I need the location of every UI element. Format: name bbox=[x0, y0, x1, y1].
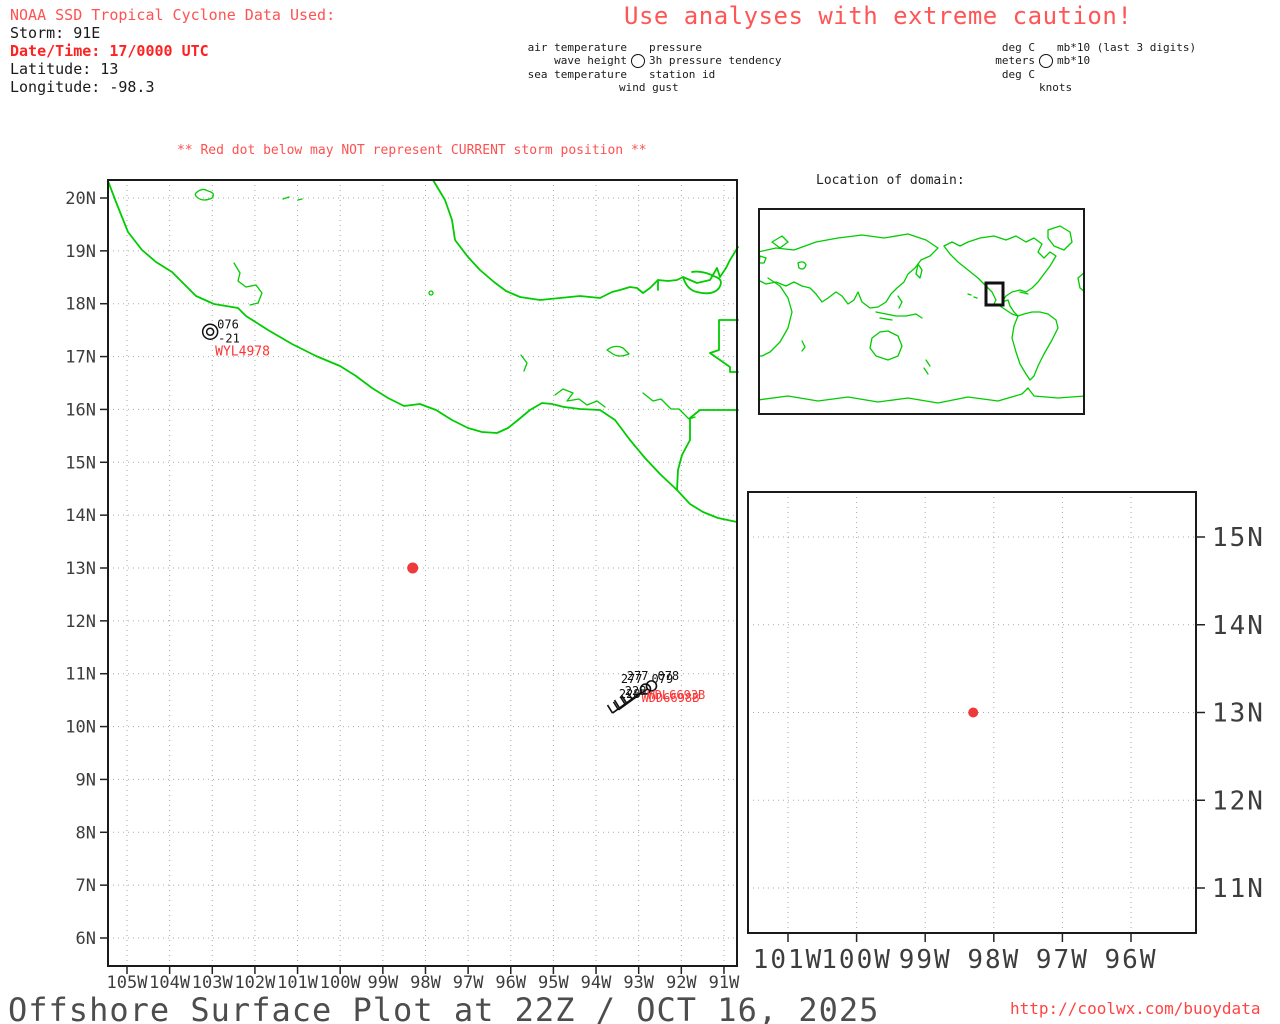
red-dot-disclaimer: ** Red dot below may NOT represent CURRE… bbox=[177, 143, 647, 158]
storm-detail-map: 101W100W 99W 98W 97W 96W 15N 14N 13N 12N 11N bbox=[747, 491, 1265, 975]
border-lower bbox=[676, 409, 739, 491]
station-pressure: 076 bbox=[217, 318, 239, 332]
storm-datetime-label: Date/Time: 17/0000 UTC bbox=[10, 42, 209, 60]
lat-tick-label: 6N bbox=[76, 929, 96, 949]
source-url-link[interactable]: http://coolwx.com/buoydata bbox=[1010, 999, 1260, 1018]
station-id: WDL6693B bbox=[647, 688, 705, 702]
inland-river bbox=[233, 262, 528, 372]
world-coastlines bbox=[758, 225, 1085, 404]
lon-tick-label: 97W bbox=[453, 973, 484, 993]
station-circle-icon bbox=[631, 54, 645, 68]
storm-longitude-label: Longitude: -98.3 bbox=[10, 78, 155, 96]
storm-position-dot bbox=[968, 707, 979, 718]
lon-tick-label: 101W bbox=[277, 973, 319, 993]
caution-headline: Use analyses with extreme caution! bbox=[624, 2, 1133, 30]
lon-tick-label: 102W bbox=[234, 973, 276, 993]
lon-tick-label: 94W bbox=[581, 973, 612, 993]
station-model-legend: air temperature pressure wave height 3h … bbox=[519, 41, 782, 94]
pacific-coastline bbox=[107, 180, 738, 523]
lon-tick-label: 100W bbox=[821, 945, 892, 975]
offshore-surface-plot-page: NOAA SSD Tropical Cyclone Data Used: Sto… bbox=[0, 0, 1280, 1024]
data-source-label: NOAA SSD Tropical Cyclone Data Used: bbox=[10, 6, 336, 24]
lon-tick-label: 101W bbox=[753, 945, 824, 975]
lat-tick-label: 13N bbox=[65, 559, 96, 579]
lon-tick-label: 96W bbox=[495, 973, 526, 993]
lat-tick-label: 19N bbox=[65, 242, 96, 262]
detail-map-axes: 101W100W 99W 98W 97W 96W 15N 14N 13N 12N 11N bbox=[753, 523, 1265, 975]
legend-pressure-tendency: 3h pressure tendency bbox=[649, 54, 782, 67]
lon-tick-label: 104W bbox=[149, 973, 191, 993]
island-hook bbox=[606, 345, 630, 357]
station-units-legend: deg C mb*10 (last 3 digits) meters mb*10… bbox=[955, 41, 1196, 94]
lon-tick-label: 99W bbox=[899, 945, 952, 975]
unit-deg-c-sea: deg C bbox=[1001, 68, 1035, 81]
legend-sea-temperature: sea temperature bbox=[527, 68, 627, 81]
lon-tick-label: 97W bbox=[1036, 945, 1089, 975]
lon-tick-label: 98W bbox=[967, 945, 1020, 975]
storm-info-block: NOAA SSD Tropical Cyclone Data Used: Sto… bbox=[10, 6, 335, 96]
station-circle-icon bbox=[1039, 54, 1053, 68]
storm-latitude-label: Latitude: 13 bbox=[10, 60, 119, 78]
lat-tick-label: 7N bbox=[76, 876, 96, 896]
lat-tick-label: 17N bbox=[65, 348, 96, 368]
unit-blank bbox=[1057, 68, 1196, 81]
lat-tick-label: 8N bbox=[76, 823, 96, 843]
unit-knots: knots bbox=[1039, 81, 1073, 94]
lon-tick-label: 93W bbox=[623, 973, 654, 993]
station-tendency: -21 bbox=[218, 332, 240, 346]
unit-mb10-pressure: mb*10 (last 3 digits) bbox=[1057, 41, 1197, 54]
station-circle-icon bbox=[1035, 54, 1057, 68]
unit-mb10-tendency: mb*10 bbox=[1057, 54, 1091, 67]
unit-meters: meters bbox=[995, 54, 1035, 67]
station-circle-icon bbox=[627, 54, 649, 68]
storm-id-label: Storm: 91E bbox=[10, 24, 101, 42]
lon-tick-label: 105W bbox=[107, 973, 149, 993]
small-island bbox=[428, 290, 434, 296]
lagoon-loop bbox=[657, 270, 722, 295]
lat-tick-label: 16N bbox=[65, 400, 96, 420]
plot-title: Offshore Surface Plot at 22Z / OCT 16, 2… bbox=[8, 991, 880, 1024]
lon-tick-label: 98W bbox=[410, 973, 441, 993]
station-id: WYL4978 bbox=[215, 345, 270, 360]
lat-tick-label: 12N bbox=[1212, 786, 1265, 816]
lat-tick-label: 14N bbox=[1212, 611, 1265, 641]
legend-wave-height: wave height bbox=[554, 54, 627, 67]
lat-tick-label: 10N bbox=[65, 718, 96, 738]
lat-tick-label: 9N bbox=[76, 770, 96, 790]
station-second-value: 228 bbox=[625, 684, 647, 698]
inset-title: Location of domain: bbox=[816, 173, 965, 188]
lat-tick-label: 11N bbox=[1212, 874, 1265, 904]
lat-tick-label: 11N bbox=[65, 665, 96, 685]
lon-tick-label: 92W bbox=[666, 973, 697, 993]
lon-tick-label: 91W bbox=[709, 973, 740, 993]
main-surface-map: 076-21WYL4978277 079228 WDD6698B277 078228 W… bbox=[65, 179, 740, 993]
legend-wind-gust: wind gust bbox=[619, 81, 679, 94]
legend-pressure: pressure bbox=[649, 41, 702, 54]
lon-tick-label: 96W bbox=[1105, 945, 1158, 975]
legend-air-temperature: air temperature bbox=[527, 41, 627, 54]
unit-deg-c-air: deg C bbox=[1001, 41, 1035, 54]
lon-tick-label: 99W bbox=[367, 973, 398, 993]
coastal-lagoons bbox=[554, 388, 696, 420]
station-air-temp: 277 bbox=[627, 669, 649, 683]
lat-tick-label: 12N bbox=[65, 612, 96, 632]
lat-tick-label: 20N bbox=[65, 189, 96, 209]
lat-tick-label: 15N bbox=[1212, 523, 1265, 553]
lon-tick-label: 103W bbox=[192, 973, 234, 993]
lat-tick-label: 14N bbox=[65, 506, 96, 526]
detail-map-overlay bbox=[968, 707, 979, 718]
legend-station-id: station id bbox=[649, 68, 716, 81]
calm-station-icon bbox=[205, 327, 215, 336]
calm-station-icon bbox=[201, 323, 219, 340]
lat-tick-label: 13N bbox=[1212, 699, 1265, 729]
world-location-inset bbox=[758, 208, 1085, 415]
lon-tick-label: 95W bbox=[538, 973, 569, 993]
lon-tick-label: 100W bbox=[320, 973, 362, 993]
station-pressure: 078 bbox=[657, 669, 679, 683]
lat-tick-label: 15N bbox=[65, 453, 96, 473]
storm-position-dot bbox=[407, 562, 419, 574]
lat-tick-label: 18N bbox=[65, 295, 96, 315]
